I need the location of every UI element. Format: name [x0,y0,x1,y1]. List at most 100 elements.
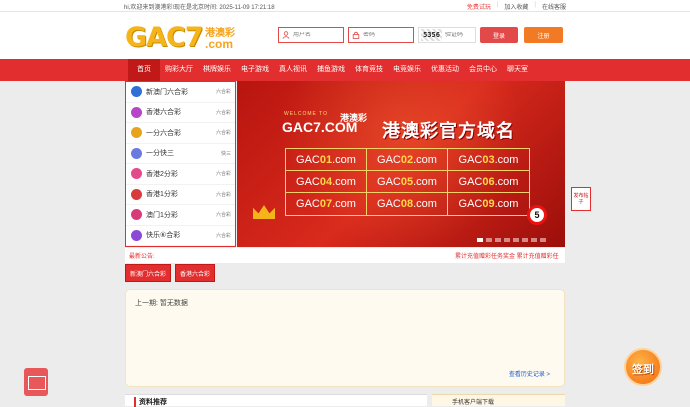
app-download-section[interactable]: 手机客户端下载 [432,394,565,406]
lottery-name: 香港1分彩 [146,191,178,199]
domain-suffix: .com [413,175,437,188]
tab-hongkong[interactable]: 香港六合彩 [175,264,216,282]
domain-cell[interactable]: GAC 08 .com [367,193,448,215]
nav-item-live[interactable]: 真人视讯 [274,59,312,81]
notice-bar: 最新公告: 累计充值赠彩任务奖金 累计充值赠彩任 [125,248,565,263]
domain-cell[interactable]: GAC 06 .com [448,171,529,193]
nav-item-chat[interactable]: 聊天室 [502,59,533,81]
lottery-item[interactable]: 新澳门六合彩 六合彩 [126,82,235,103]
tab-new-macau[interactable]: 新澳门六合彩 [125,264,172,282]
login-button[interactable]: 登录 [480,27,518,43]
nav-item-esports[interactable]: 电竞娱乐 [388,59,426,81]
lottery-ball-icon [131,188,142,200]
lottery-item[interactable]: 香港六合彩 六合彩 [126,103,235,123]
domain-number: 07 [319,198,333,210]
view-history-link[interactable]: 查看历史记录 > [509,369,550,378]
username-field-wrap [278,27,344,43]
lottery-item[interactable]: 香港1分彩 六合彩 [126,185,235,205]
domain-number: 01 [319,153,333,166]
banner-logo-cn: 港澳彩 [340,113,368,123]
domain-grid: GAC 01 .com GAC 02 .com GAC 03 .com GAC 04 .com GAC 0… [285,148,530,216]
lottery-tag: 六合彩 [215,109,231,116]
carousel-dot[interactable] [540,238,546,242]
lottery-item[interactable]: 澳门1分彩 六合彩 [126,205,235,226]
domain-number: 05 [400,175,414,188]
password-input[interactable] [363,32,413,38]
nav-item-home[interactable]: 首页 [128,59,160,81]
domain-cell[interactable]: GAC 02 .com [367,149,448,171]
notice-text[interactable]: 累计充值赠彩任务奖金 累计充值赠彩任 [455,251,559,260]
last-draw-text: 上一期: 暂无数据 [135,300,188,307]
domain-prefix: GAC [377,153,401,166]
domain-suffix: .com [332,153,356,166]
online-customer-link[interactable]: 在线客服 [542,2,566,11]
checkin-float[interactable]: 签到 [618,345,668,390]
lottery-item[interactable]: 香港2分彩 六合彩 [126,164,235,185]
logo-com: .com [205,37,234,51]
domain-number: 03 [482,153,495,166]
top-bar: hi,欢迎来到澳港彩!现在是北京时间: 2025-11-09 17:21:18 … [0,0,690,12]
nav-item-sports[interactable]: 体育竞技 [350,59,388,81]
app-download-title: 手机客户端下载 [452,400,495,406]
lottery-tag: 六合彩 [215,171,231,178]
domain-cell[interactable]: GAC 03 .com [448,149,529,171]
domain-banner[interactable]: WELCOME TO GAC7.COM 港澳彩 港澳彩官方域名 GAC 01 .co… [237,81,565,247]
lock-icon [349,28,363,42]
domain-suffix: .com [413,153,437,166]
top-links: 免费试玩 | 加入收藏 | 在线客服 [467,2,566,11]
lottery-name: 一分六合彩 [146,129,181,137]
welcome-text: hi,欢迎来到澳港彩!现在是北京时间: 2025-11-09 17:21:18 [124,5,275,11]
carousel-dot[interactable] [513,238,519,242]
carousel-dot[interactable] [495,238,501,242]
lottery-item[interactable]: 一分快三 快三 [126,144,235,164]
nav-item-slots[interactable]: 电子游戏 [236,59,274,81]
domain-suffix: .com [494,198,519,210]
domain-number: 06 [482,175,495,188]
carousel-dot[interactable] [504,238,510,242]
captcha-image[interactable]: 5356 [421,29,442,41]
domain-cell[interactable]: GAC 01 .com [286,149,367,171]
materials-section: 资料推荐 [125,394,427,407]
lottery-item[interactable]: 一分六合彩 六合彩 [126,123,235,144]
lottery-ball-icon: 5 [527,205,547,225]
nav-item-fishing[interactable]: 捕鱼游戏 [312,59,350,81]
carousel-dot[interactable] [477,238,483,242]
nav-item-member[interactable]: 会员中心 [464,59,502,81]
post-badge[interactable]: 发布帖子 [571,187,591,211]
history-panel: 上一期: 暂无数据 查看历史记录 > [125,289,565,387]
carousel-dot[interactable] [486,238,492,242]
domain-number: 04 [319,175,333,188]
domain-prefix: GAC [377,175,401,188]
banner-title: 港澳彩官方域名 [382,121,515,141]
nav-item-chess[interactable]: 棋牌娱乐 [198,59,236,81]
lottery-tag: 六合彩 [215,191,231,198]
site-logo[interactable]: GAC7 港澳彩 .com [125,22,240,54]
add-favorite-link[interactable]: 加入收藏 [504,2,528,11]
domain-number: 09 [482,198,495,210]
lottery-tag: 六合彩 [215,212,231,219]
lottery-ball-icon [131,106,142,118]
domain-cell[interactable]: GAC 05 .com [367,171,448,193]
free-trial-link[interactable]: 免费试玩 [467,2,491,11]
domain-cell[interactable]: GAC 09 .com [448,193,529,215]
envelope-float-icon[interactable] [24,368,48,396]
notice-label: 最新公告: [129,254,155,260]
user-icon [279,28,293,42]
lottery-tag: 快三 [220,150,231,157]
carousel-dot[interactable] [522,238,528,242]
nav-item-promotions[interactable]: 优惠活动 [426,59,464,81]
lottery-name: 新澳门六合彩 [146,88,188,96]
domain-cell[interactable]: GAC 04 .com [286,171,367,193]
captcha-input[interactable] [445,32,475,38]
lottery-name: 香港六合彩 [146,109,181,117]
domain-suffix: .com [332,198,356,210]
username-input[interactable] [293,32,343,38]
domain-cell[interactable]: GAC 07 .com [286,193,367,215]
lottery-name: 香港2分彩 [146,170,178,178]
domain-prefix: GAC [296,153,320,166]
lottery-tabs: 新澳门六合彩 香港六合彩 [125,264,216,282]
nav-item-lottery-hall[interactable]: 购彩大厅 [160,59,198,81]
register-button[interactable]: 注册 [524,27,563,43]
lottery-item[interactable]: 快乐⑥合彩 六合彩 [126,226,235,246]
carousel-dot[interactable] [531,238,537,242]
